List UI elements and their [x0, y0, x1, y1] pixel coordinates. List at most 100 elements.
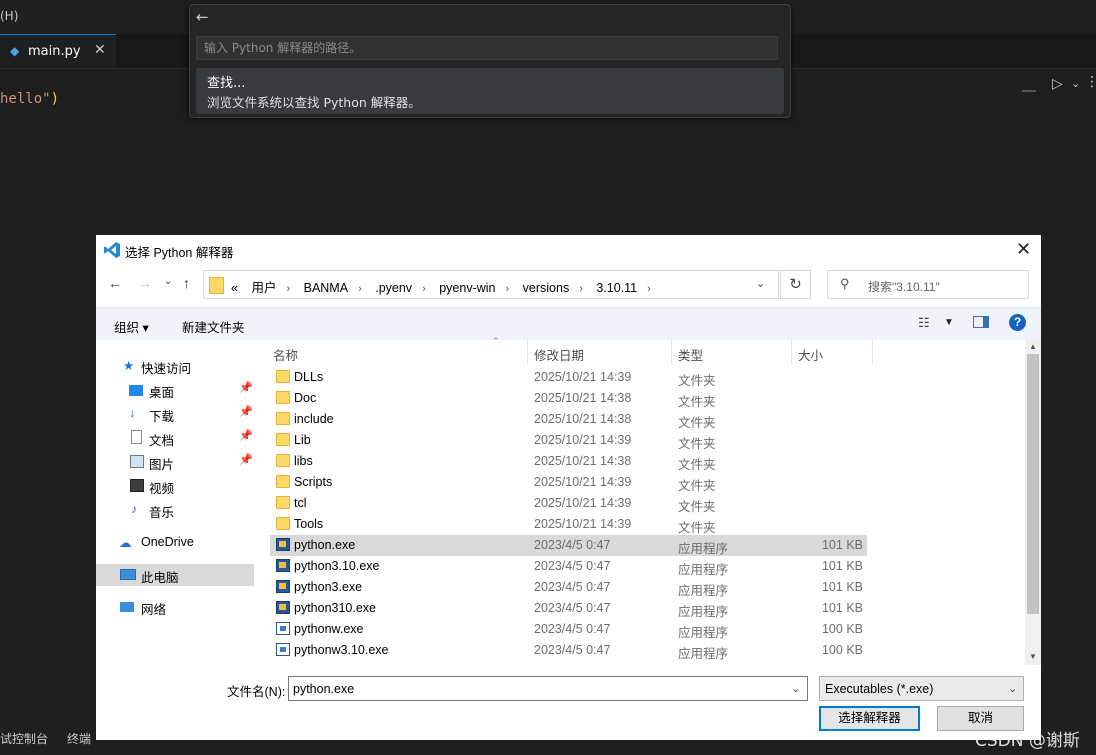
back-icon[interactable]: ←: [108, 275, 122, 291]
breadcrumb-overflow[interactable]: «: [231, 281, 238, 295]
file-modified: 2023/4/5 0:47: [534, 622, 611, 636]
file-row[interactable]: python3.10.exe 2023/4/5 0:47 应用程序 101 KB: [270, 556, 867, 577]
python-exe-icon: [276, 559, 290, 572]
file-row[interactable]: Doc 2025/10/21 14:38 文件夹: [270, 388, 867, 409]
column-divider[interactable]: [671, 339, 672, 365]
code-line[interactable]: hello"): [0, 91, 59, 107]
file-name: Tools: [294, 517, 324, 531]
desktop-icon: [129, 385, 143, 396]
breadcrumb-3-10-11[interactable]: 3.10.11: [596, 281, 637, 295]
tree-item-downloads[interactable]: ↓ 下载 📌: [96, 403, 254, 425]
chevron-right-icon[interactable]: ›: [647, 283, 651, 295]
closing-paren: ): [50, 91, 60, 107]
file-row[interactable]: Tools 2025/10/21 14:39 文件夹: [270, 514, 867, 535]
tree-item-pictures[interactable]: 图片 📌: [96, 451, 254, 473]
tree-item-music[interactable]: ♪ 音乐: [96, 499, 254, 521]
chevron-right-icon[interactable]: ›: [286, 283, 290, 295]
menu-help-fragment[interactable]: (H): [0, 9, 18, 23]
pin-icon[interactable]: 📌: [239, 429, 253, 442]
tree-label: 下载: [149, 410, 175, 424]
pin-icon[interactable]: 📌: [239, 405, 253, 418]
find-interpreter-item[interactable]: 查找... 浏览文件系统以查找 Python 解释器。: [196, 68, 784, 114]
tab-main-py[interactable]: ◆ main.py ✕: [0, 34, 116, 68]
scrollbar-thumb[interactable]: [1027, 354, 1039, 614]
chevron-right-icon[interactable]: ›: [422, 283, 426, 295]
organize-button[interactable]: 组织 ▾: [114, 317, 149, 336]
dialog-close-icon[interactable]: ✕: [1016, 239, 1031, 260]
filename-input[interactable]: python.exe ⌄: [288, 676, 808, 701]
file-type-dropdown-icon[interactable]: ⌄: [1008, 682, 1017, 695]
view-options-icon[interactable]: ☷: [918, 315, 930, 331]
view-dropdown-icon[interactable]: ▼: [944, 317, 954, 328]
vscode-logo-icon: [104, 242, 120, 258]
pin-icon[interactable]: 📌: [239, 381, 253, 394]
more-actions-icon[interactable]: ⋮: [1085, 74, 1096, 90]
interpreter-path-input[interactable]: 输入 Python 解释器的路径。: [196, 36, 778, 60]
tree-item-this-pc[interactable]: 此电脑: [96, 564, 254, 586]
minimap[interactable]: [1022, 90, 1036, 92]
breadcrumb-pyenv-win[interactable]: pyenv-win: [439, 281, 495, 295]
file-row[interactable]: Scripts 2025/10/21 14:39 文件夹: [270, 472, 867, 493]
column-header-modified[interactable]: 修改日期: [534, 345, 584, 364]
tree-item-onedrive[interactable]: ☁ OneDrive: [96, 532, 254, 554]
column-divider[interactable]: [791, 339, 792, 365]
tree-item-quick-access[interactable]: ★ 快速访问: [96, 355, 254, 377]
file-row[interactable]: python310.exe 2023/4/5 0:47 应用程序 101 KB: [270, 598, 867, 619]
recent-locations-icon[interactable]: ⌄: [164, 276, 172, 287]
column-header-name[interactable]: 名称: [273, 345, 298, 364]
file-row[interactable]: Lib 2025/10/21 14:39 文件夹: [270, 430, 867, 451]
select-interpreter-button[interactable]: 选择解释器: [819, 706, 920, 731]
refresh-button[interactable]: ↻: [780, 270, 811, 299]
preview-pane-icon[interactable]: [973, 316, 989, 328]
column-header-type[interactable]: 类型: [678, 345, 703, 364]
column-divider[interactable]: [527, 339, 528, 365]
breadcrumb-pyenv[interactable]: .pyenv: [375, 281, 412, 295]
file-row[interactable]: include 2025/10/21 14:38 文件夹: [270, 409, 867, 430]
file-row[interactable]: tcl 2025/10/21 14:39 文件夹: [270, 493, 867, 514]
file-type-value: Executables (*.exe): [825, 682, 934, 696]
folder-icon: [209, 277, 224, 294]
filename-dropdown-icon[interactable]: ⌄: [791, 682, 800, 695]
file-row[interactable]: python3.exe 2023/4/5 0:47 应用程序 101 KB: [270, 577, 867, 598]
back-arrow-icon[interactable]: ←: [196, 8, 209, 26]
search-box[interactable]: ⚲ 搜索"3.10.11": [827, 270, 1029, 299]
help-icon[interactable]: ?: [1009, 314, 1026, 331]
pin-icon[interactable]: 📌: [239, 453, 253, 466]
new-folder-button[interactable]: 新建文件夹: [182, 317, 245, 336]
up-folder-icon[interactable]: ↑: [183, 275, 190, 291]
tree-item-network[interactable]: 网络: [96, 596, 254, 618]
file-size: 101 KB: [821, 601, 863, 615]
file-type: 文件夹: [678, 458, 716, 472]
address-dropdown-icon[interactable]: ⌄: [756, 277, 765, 290]
tree-item-desktop[interactable]: 桌面 📌: [96, 379, 254, 401]
tab-debug-console[interactable]: 试控制台: [0, 730, 48, 747]
file-row[interactable]: python.exe 2023/4/5 0:47 应用程序 101 KB: [270, 535, 867, 556]
tree-item-videos[interactable]: 视频: [96, 475, 254, 497]
chevron-right-icon[interactable]: ›: [506, 283, 510, 295]
breadcrumb-versions[interactable]: versions: [523, 281, 570, 295]
forward-icon[interactable]: →: [138, 275, 152, 291]
navigation-pane: ★ 快速访问 桌面 📌 ↓ 下载 📌 文档 📌 图片 📌 视频 ♪ 音乐 ☁ O…: [96, 339, 266, 665]
tree-item-documents[interactable]: 文档 📌: [96, 427, 254, 449]
breadcrumb-users[interactable]: 用户: [251, 281, 276, 295]
file-row[interactable]: libs 2025/10/21 14:38 文件夹: [270, 451, 867, 472]
address-bar[interactable]: « 用户 › BANMA › .pyenv › pyenv-win › versions…: [203, 270, 779, 299]
vertical-scrollbar[interactable]: ▲ ▼: [1025, 339, 1041, 665]
file-row[interactable]: DLLs 2025/10/21 14:39 文件夹: [270, 367, 867, 388]
scroll-up-icon[interactable]: ▲: [1029, 342, 1037, 351]
column-header-size[interactable]: 大小: [798, 345, 823, 364]
file-type-select[interactable]: Executables (*.exe) ⌄: [819, 676, 1024, 701]
scroll-down-icon[interactable]: ▼: [1029, 652, 1037, 661]
breadcrumb-banma[interactable]: BANMA: [304, 281, 348, 295]
chevron-right-icon[interactable]: ›: [579, 283, 583, 295]
file-row[interactable]: pythonw.exe 2023/4/5 0:47 应用程序 100 KB: [270, 619, 867, 640]
file-modified: 2025/10/21 14:38: [534, 412, 632, 426]
run-icon[interactable]: ▷: [1052, 76, 1063, 92]
file-name: include: [294, 412, 334, 426]
run-dropdown-icon[interactable]: ⌄: [1071, 77, 1080, 90]
column-divider[interactable]: [872, 339, 873, 365]
chevron-right-icon[interactable]: ›: [358, 283, 362, 295]
file-row[interactable]: pythonw3.10.exe 2023/4/5 0:47 应用程序 100 KB: [270, 640, 867, 661]
tab-close-icon[interactable]: ✕: [94, 42, 106, 58]
tab-terminal[interactable]: 终端: [67, 730, 91, 747]
